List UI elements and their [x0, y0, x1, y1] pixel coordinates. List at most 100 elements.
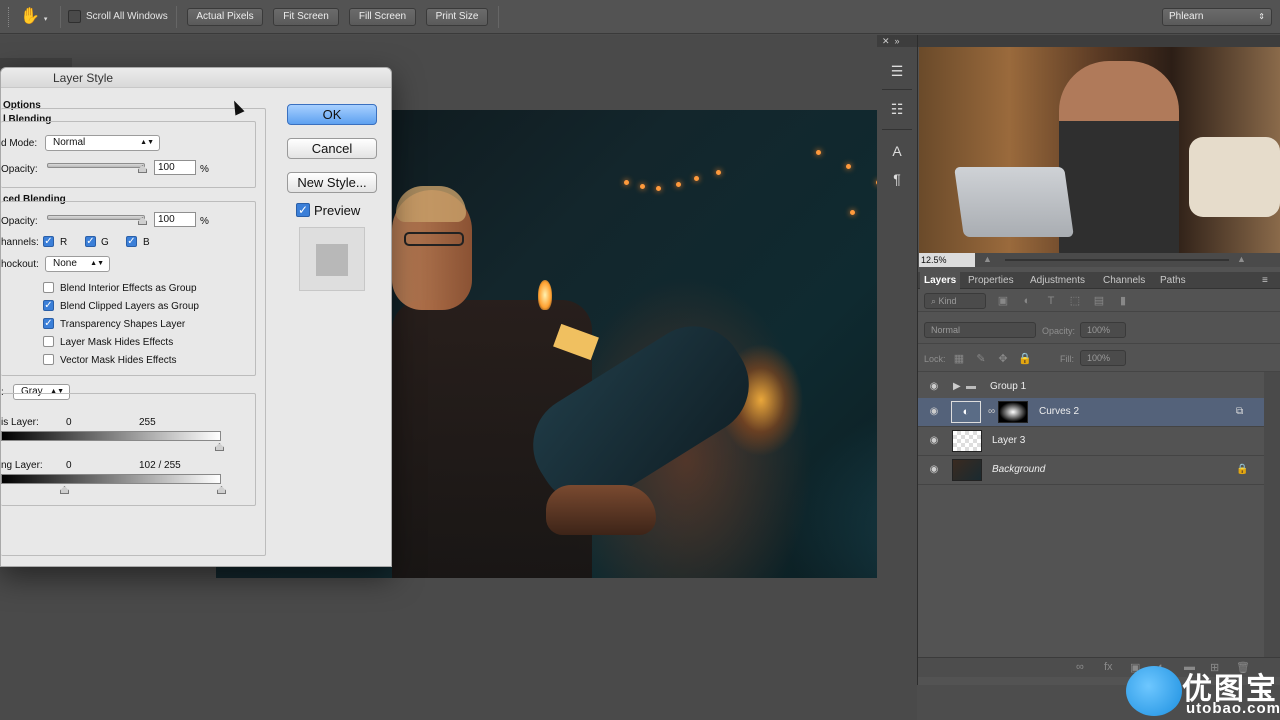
this-layer-gradient[interactable]: [1, 431, 221, 441]
knockout-value: None: [53, 258, 77, 269]
subject-shoe: [546, 485, 656, 535]
this-layer-max: 255: [139, 417, 156, 428]
layer-mask-thumbnail[interactable]: [998, 401, 1028, 423]
separator: [60, 6, 61, 28]
fill-opacity-input[interactable]: 100: [154, 212, 196, 227]
fill-opacity-slider[interactable]: [47, 215, 145, 220]
channels-label: hannels:: [1, 237, 39, 248]
zoom-input[interactable]: 12.5%: [919, 253, 975, 267]
filter-kind-dropdown[interactable]: ⌕ Kind: [924, 293, 986, 309]
mask-link-icon[interactable]: ∞: [988, 406, 995, 417]
knockout-label: hockout:: [1, 259, 39, 270]
group-expand-icon[interactable]: ▶: [953, 381, 961, 392]
pixel-filter-icon[interactable]: ▣: [996, 294, 1010, 308]
adjustments-icon[interactable]: ☰: [882, 59, 912, 83]
layer-style-fx-icon[interactable]: fx: [1104, 661, 1113, 673]
blend-mode-dropdown[interactable]: Normal ▲▼: [45, 135, 160, 151]
subject-hair: [396, 186, 466, 222]
zoom-slider[interactable]: [1005, 259, 1229, 261]
navigator-preview: [919, 47, 1280, 253]
string-light: [676, 182, 681, 187]
preview-checkbox[interactable]: ✓: [296, 203, 310, 217]
string-light: [850, 210, 855, 215]
layer-mask-hides-checkbox[interactable]: [43, 336, 54, 347]
filter-row: ⌕ Kind ▣ ◐ T ⬚ ▤ ▮: [918, 290, 1280, 312]
visibility-eye-icon[interactable]: ◉: [928, 464, 940, 476]
properties-icon[interactable]: ☷: [882, 97, 912, 121]
blend-clipped-checkbox[interactable]: ✓: [43, 300, 54, 311]
workspace-name: Phlearn: [1169, 11, 1204, 22]
lock-position-icon[interactable]: ✥: [996, 352, 1010, 366]
lock-transparent-icon[interactable]: ▦: [952, 352, 966, 366]
dropdown-arrows-icon: ▲▼: [140, 139, 154, 146]
filter-toggle-icon[interactable]: ▮: [1116, 294, 1130, 308]
cancel-button[interactable]: Cancel: [287, 138, 377, 159]
opacity-slider[interactable]: [47, 163, 145, 168]
tab-channels[interactable]: Channels: [1103, 272, 1145, 289]
visibility-eye-icon[interactable]: ◉: [928, 406, 940, 418]
layer-row-background[interactable]: ◉ Background 🔒: [918, 456, 1264, 485]
lock-icon: 🔒: [1236, 464, 1249, 475]
layers-scrollbar[interactable]: [1264, 372, 1280, 662]
channel-r-checkbox[interactable]: ✓: [43, 236, 54, 247]
new-style-button[interactable]: New Style...: [287, 172, 377, 193]
zoom-in-icon[interactable]: ▲: [1237, 254, 1246, 264]
channel-b-checkbox[interactable]: ✓: [126, 236, 137, 247]
tab-adjustments[interactable]: Adjustments: [1030, 272, 1085, 289]
tab-paths[interactable]: Paths: [1160, 272, 1186, 289]
panel-collapse-bar[interactable]: [918, 35, 1280, 47]
transparency-shapes-label: Transparency Shapes Layer: [60, 319, 186, 330]
visibility-eye-icon[interactable]: ◉: [928, 381, 940, 393]
opacity-input[interactable]: 100: [154, 160, 196, 175]
transparency-shapes-checkbox[interactable]: ✓: [43, 318, 54, 329]
layer-blend-mode-dropdown[interactable]: Normal: [924, 322, 1036, 338]
string-light: [816, 150, 821, 155]
layer-fill-input[interactable]: 100%: [1080, 350, 1126, 366]
folder-icon: ▬: [966, 381, 976, 392]
layer-row-layer-3[interactable]: ◉ Layer 3: [918, 427, 1264, 456]
fit-screen-button[interactable]: Fit Screen: [273, 8, 339, 26]
smart-object-filter-icon[interactable]: ▤: [1092, 294, 1106, 308]
panel-collapse-bar[interactable]: ✕ »: [877, 35, 917, 47]
panel-menu-icon[interactable]: ≡: [1262, 272, 1268, 289]
curves-adjustment-icon: ◐: [951, 401, 981, 423]
tab-properties[interactable]: Properties: [968, 272, 1014, 289]
string-light: [846, 164, 851, 169]
vector-mask-hides-checkbox[interactable]: [43, 354, 54, 365]
blend-interior-checkbox[interactable]: [43, 282, 54, 293]
clipping-indicator-icon: ⧉: [1236, 406, 1244, 417]
hand-tool-icon[interactable]: ✋ ▾: [20, 6, 50, 28]
layer-name: Group 1: [990, 381, 1027, 392]
panel-tabs: Layers Properties Adjustments Channels P…: [918, 272, 1280, 289]
print-size-button[interactable]: Print Size: [426, 8, 488, 26]
zoom-out-icon[interactable]: ▲: [983, 254, 992, 264]
style-preview-swatch: [316, 244, 348, 276]
link-layers-icon[interactable]: ∞: [1076, 661, 1084, 673]
knockout-dropdown[interactable]: None ▲▼: [45, 256, 110, 272]
fill-opacity-percent: %: [200, 216, 209, 227]
paragraph-icon[interactable]: ¶: [882, 167, 912, 191]
type-filter-icon[interactable]: T: [1044, 294, 1058, 308]
lock-image-icon[interactable]: ✎: [974, 352, 988, 366]
underlying-layer-gradient[interactable]: [1, 474, 221, 484]
workspace-dropdown[interactable]: Phlearn ⇕: [1162, 8, 1272, 26]
scroll-all-windows-checkbox[interactable]: [68, 10, 81, 23]
actual-pixels-button[interactable]: Actual Pixels: [187, 8, 263, 26]
channel-g-checkbox[interactable]: ✓: [85, 236, 96, 247]
visibility-eye-icon[interactable]: ◉: [928, 435, 940, 447]
shape-filter-icon[interactable]: ⬚: [1068, 294, 1082, 308]
blend-mode-label: d Mode:: [1, 138, 38, 149]
ok-button[interactable]: OK: [287, 104, 377, 125]
string-light: [716, 170, 721, 175]
layer-row-curves-2[interactable]: ◉ ◐ ∞ Curves 2 ⧉: [918, 398, 1264, 427]
toolbar-grip[interactable]: [8, 7, 12, 27]
lock-all-icon[interactable]: 🔒: [1018, 352, 1032, 366]
adjustment-filter-icon[interactable]: ◐: [1020, 294, 1034, 308]
layer-opacity-input[interactable]: 100%: [1080, 322, 1126, 338]
character-icon[interactable]: A: [882, 139, 912, 163]
tab-layers[interactable]: Layers: [920, 272, 961, 289]
fill-screen-button[interactable]: Fill Screen: [349, 8, 416, 26]
separator: [882, 129, 912, 130]
channel-b-label: B: [143, 237, 150, 248]
fill-label: Fill:: [1060, 354, 1074, 364]
